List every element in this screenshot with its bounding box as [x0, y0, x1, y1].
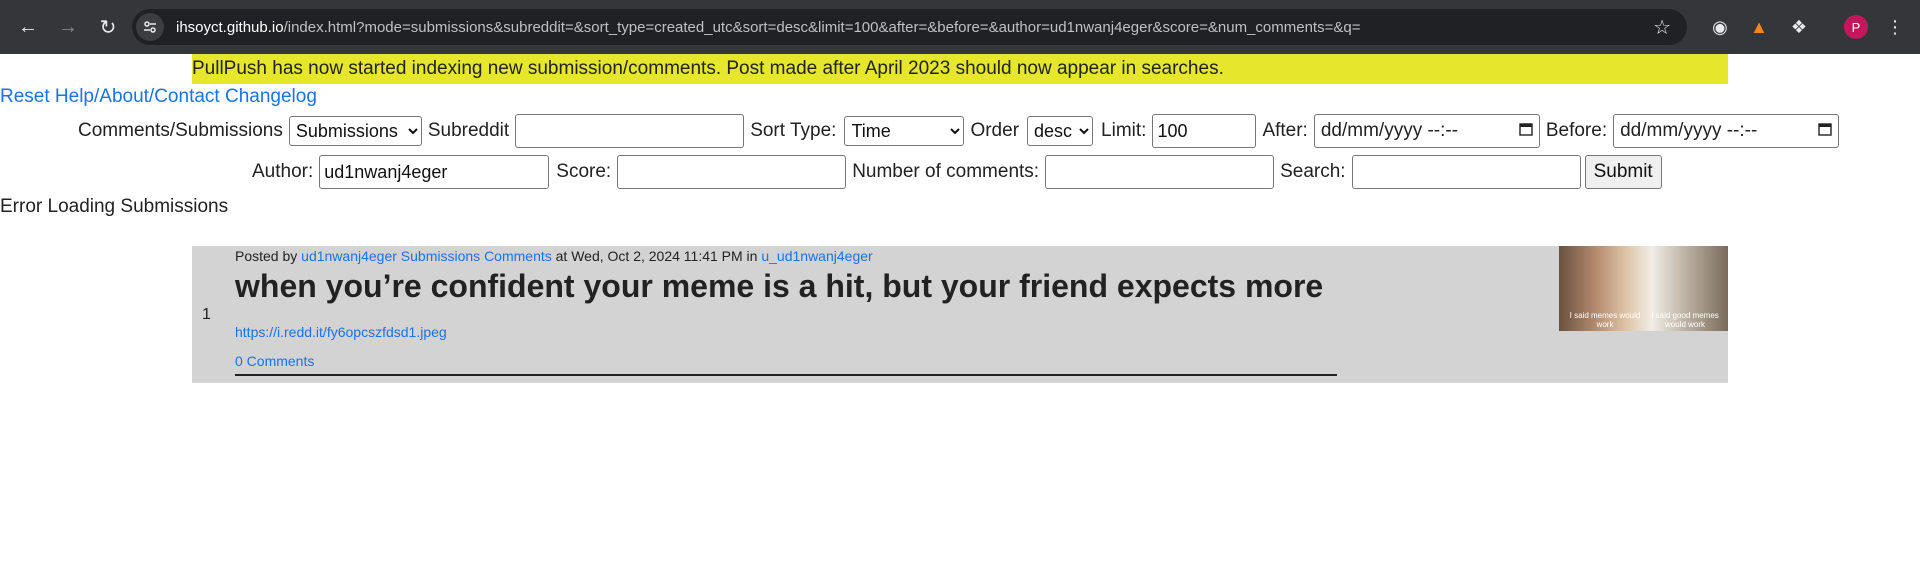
- score-label: Score:: [556, 161, 612, 182]
- submission-rank: 1: [202, 306, 211, 323]
- profile-avatar[interactable]: P: [1844, 15, 1868, 39]
- help-link[interactable]: Help/About/Contact: [55, 86, 220, 107]
- menu-kebab-icon[interactable]: ⋮: [1880, 12, 1910, 42]
- num-comments-label: Number of comments:: [852, 161, 1040, 182]
- search-form-row-2: Author: Score: Number of comments: Searc…: [252, 154, 1662, 190]
- submission-card: 1 Posted by ud1nwanj4eger Submissions Co…: [192, 246, 1728, 383]
- author-label: Author:: [252, 161, 314, 182]
- calendar-icon[interactable]: [1818, 120, 1832, 142]
- calendar-icon[interactable]: [1519, 120, 1533, 142]
- submission-thumbnail[interactable]: I said memes would work I said good meme…: [1559, 246, 1728, 331]
- url-text: ihsoyct.github.io/index.html?mode=submis…: [176, 18, 1361, 36]
- browser-toolbar: ← → ↻ ihsoyct.github.io/index.html?mode=…: [0, 0, 1920, 54]
- reload-icon[interactable]: ↻: [90, 9, 126, 45]
- limit-label: Limit:: [1101, 120, 1147, 141]
- extensions-puzzle-icon[interactable]: ❖: [1784, 12, 1814, 42]
- mode-select[interactable]: Submissions: [288, 116, 422, 146]
- order-label: Order: [970, 120, 1020, 141]
- author-input[interactable]: [319, 155, 550, 189]
- subreddit-link[interactable]: u_ud1nwanj4eger: [761, 248, 872, 264]
- sort-type-label: Sort Type:: [750, 120, 837, 141]
- submission-comments-link[interactable]: 0 Comments: [235, 353, 314, 369]
- address-bar[interactable]: ihsoyct.github.io/index.html?mode=submis…: [132, 9, 1687, 45]
- before-date-input[interactable]: dd/mm/yyyy --:--: [1613, 114, 1840, 148]
- divider: [235, 374, 1337, 376]
- extension-icon-1[interactable]: ◉: [1705, 12, 1735, 42]
- error-message: Error Loading Submissions: [0, 196, 229, 217]
- submission-meta: Posted by ud1nwanj4eger Submissions Comm…: [235, 248, 873, 264]
- submit-button[interactable]: Submit: [1584, 155, 1662, 189]
- back-icon[interactable]: ←: [10, 9, 46, 45]
- author-comments-link[interactable]: Comments: [484, 248, 552, 264]
- score-input[interactable]: [617, 155, 847, 189]
- after-label: After:: [1262, 120, 1308, 141]
- forward-icon[interactable]: →: [50, 9, 86, 45]
- author-submissions-link[interactable]: Submissions: [401, 248, 480, 264]
- subreddit-label: Subreddit: [427, 120, 510, 141]
- before-label: Before:: [1545, 120, 1608, 141]
- limit-input[interactable]: [1152, 114, 1257, 148]
- search-label: Search:: [1280, 161, 1346, 182]
- sort-type-select[interactable]: Time: [844, 116, 965, 146]
- announcement-banner: PullPush has now started indexing new su…: [192, 54, 1728, 84]
- mode-label: Comments/Submissions: [78, 120, 283, 141]
- site-info-icon[interactable]: [136, 13, 164, 41]
- metamask-icon[interactable]: ▲: [1744, 12, 1774, 42]
- changelog-link[interactable]: Changelog: [225, 86, 317, 107]
- after-date-input[interactable]: dd/mm/yyyy --:--: [1313, 114, 1540, 148]
- thumb-caption-left: I said memes would work: [1569, 311, 1641, 329]
- search-input[interactable]: [1351, 155, 1581, 189]
- num-comments-input[interactable]: [1045, 155, 1275, 189]
- top-links: Reset Help/About/Contact Changelog: [0, 86, 317, 108]
- reset-link[interactable]: Reset: [0, 86, 50, 107]
- search-form-row-1: Comments/Submissions Submissions Subredd…: [78, 114, 1840, 148]
- submission-title: when you’re confident your meme is a hit…: [235, 268, 1324, 304]
- author-link[interactable]: ud1nwanj4eger: [301, 248, 397, 264]
- bookmark-star-icon[interactable]: ☆: [1653, 15, 1671, 40]
- thumb-caption-right: I said good memes would work: [1651, 311, 1719, 329]
- order-select[interactable]: desc: [1027, 116, 1094, 146]
- submission-url-link[interactable]: https://i.redd.it/fy6opcszfdsd1.jpeg: [235, 324, 447, 340]
- subreddit-input[interactable]: [515, 114, 745, 148]
